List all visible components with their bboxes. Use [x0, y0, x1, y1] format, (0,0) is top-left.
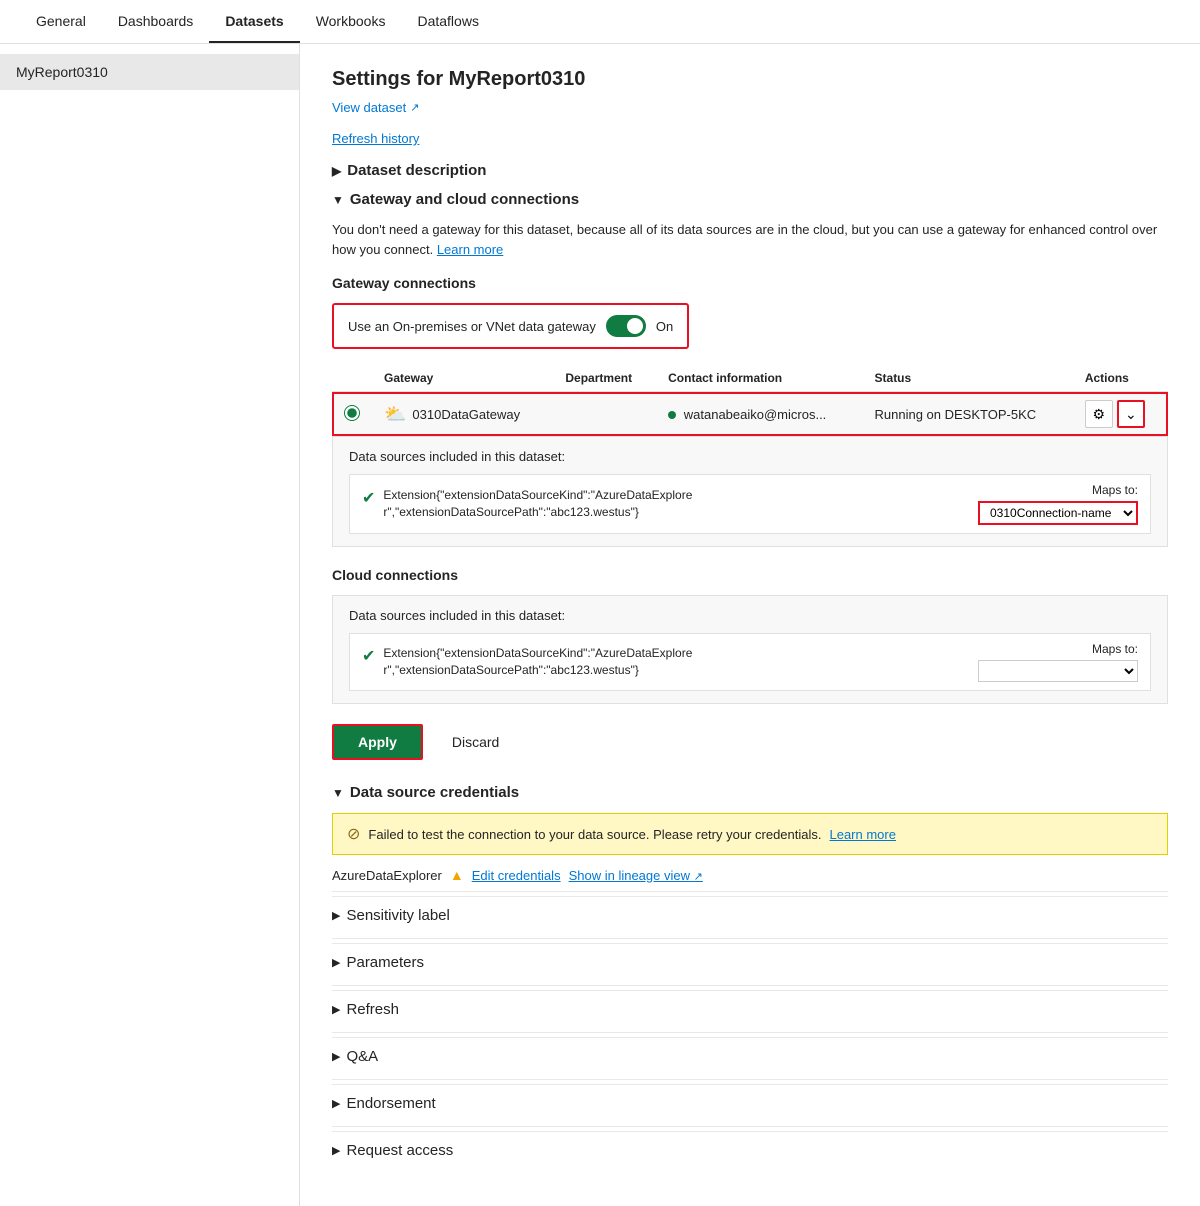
show-lineage-link[interactable]: Show in lineage view ↗	[569, 868, 703, 883]
sensitivity-label-section[interactable]: Sensitivity label	[332, 896, 1168, 934]
gateway-department-cell	[553, 392, 656, 437]
cloud-check-icon: ✔	[362, 646, 375, 666]
cloud-maps-to-cell: Maps to:	[938, 642, 1138, 682]
gateway-connections-title: Gateway connections	[332, 275, 1168, 291]
qa-arrow	[332, 1050, 340, 1063]
credentials-arrow	[332, 786, 344, 800]
edit-credentials-link[interactable]: Edit credentials	[472, 868, 561, 883]
view-dataset-link[interactable]: View dataset ↗	[332, 100, 419, 115]
col-status: Status	[863, 365, 1073, 392]
layout: MyReport0310 Settings for MyReport0310 V…	[0, 44, 1200, 1206]
cloud-datasources-box: Data sources included in this dataset: ✔…	[332, 595, 1168, 704]
sidebar-item-myreport[interactable]: MyReport0310	[0, 54, 299, 90]
warning-text: Failed to test the connection to your da…	[368, 827, 821, 842]
gateway-name-cell: ⛅ 0310DataGateway	[372, 392, 553, 437]
gateway-actions-cell: ⚙ ⌄	[1073, 392, 1168, 437]
sidebar: MyReport0310	[0, 44, 300, 1206]
data-source-credentials-header[interactable]: Data source credentials	[332, 784, 1168, 801]
credential-row: AzureDataExplorer ▲ Edit credentials Sho…	[332, 867, 1168, 883]
gateway-radio-cell[interactable]	[332, 392, 372, 437]
gateway-radio[interactable]	[344, 405, 360, 421]
endorsement-section[interactable]: Endorsement	[332, 1084, 1168, 1122]
gateway-table: Gateway Department Contact information S…	[332, 365, 1168, 436]
gateway-cloud-icon: ⛅	[384, 404, 406, 425]
action-buttons: Apply Discard	[332, 724, 1168, 760]
nav-dataflows[interactable]: Dataflows	[401, 1, 494, 43]
col-department: Department	[553, 365, 656, 392]
cloud-maps-to-select[interactable]	[978, 660, 1138, 682]
gateway-desc: You don't need a gateway for this datase…	[332, 220, 1168, 259]
dataset-description-header[interactable]: Dataset description	[332, 162, 1168, 179]
credential-name: AzureDataExplorer	[332, 868, 442, 883]
status-dot	[668, 411, 676, 419]
nav-datasets[interactable]: Datasets	[209, 1, 299, 43]
page-title: Settings for MyReport0310	[332, 68, 1168, 91]
cloud-datasources-title: Data sources included in this dataset:	[349, 608, 1151, 623]
toggle-label: Use an On-premises or VNet data gateway	[348, 319, 596, 334]
main-content: Settings for MyReport0310 View dataset ↗…	[300, 44, 1200, 1206]
gateway-status-cell: Running on DESKTOP-5KC	[863, 392, 1073, 437]
refresh-section[interactable]: Refresh	[332, 990, 1168, 1028]
qa-section[interactable]: Q&A	[332, 1037, 1168, 1075]
col-contact: Contact information	[656, 365, 862, 392]
sensitivity-arrow	[332, 909, 340, 922]
request-access-section[interactable]: Request access	[332, 1131, 1168, 1169]
nav-general[interactable]: General	[20, 1, 102, 43]
top-nav: General Dashboards Datasets Workbooks Da…	[0, 0, 1200, 44]
warning-icon: ⊘	[347, 824, 360, 844]
datasources-title: Data sources included in this dataset:	[349, 449, 1151, 464]
gateway-arrow	[332, 193, 344, 207]
datasource-text: Extension{"extensionDataSourceKind":"Azu…	[383, 487, 692, 521]
apply-button[interactable]: Apply	[332, 724, 423, 760]
parameters-section[interactable]: Parameters	[332, 943, 1168, 981]
refresh-arrow	[332, 1003, 340, 1016]
gateway-learn-more[interactable]: Learn more	[437, 242, 503, 257]
maps-to-select[interactable]: 0310Connection-name	[978, 501, 1138, 525]
cloud-datasource-row: ✔ Extension{"extensionDataSourceKind":"A…	[349, 633, 1151, 691]
warn-triangle-icon: ▲	[450, 867, 464, 883]
cloud-connections-section: Cloud connections Data sources included …	[332, 567, 1168, 704]
check-icon: ✔	[362, 488, 375, 508]
gateway-toggle[interactable]	[606, 315, 646, 337]
refresh-history-link[interactable]: Refresh history	[332, 131, 1168, 146]
gateway-contact-cell: watanabeaiko@micros...	[656, 392, 862, 437]
gateway-expand-btn[interactable]: ⌄	[1117, 400, 1145, 428]
dataset-description-arrow	[332, 164, 341, 178]
cloud-datasource-text: Extension{"extensionDataSourceKind":"Azu…	[383, 645, 692, 679]
gateway-section-header[interactable]: Gateway and cloud connections	[332, 191, 1168, 208]
warning-learn-more-link[interactable]: Learn more	[829, 827, 895, 842]
nav-dashboards[interactable]: Dashboards	[102, 1, 210, 43]
gateway-datasources-box: Data sources included in this dataset: ✔…	[332, 436, 1168, 547]
cloud-connections-title: Cloud connections	[332, 567, 1168, 583]
request-access-arrow	[332, 1144, 340, 1157]
cloud-maps-to-label: Maps to:	[1092, 642, 1138, 656]
col-gateway: Gateway	[372, 365, 553, 392]
maps-to-label: Maps to:	[1092, 483, 1138, 497]
discard-button[interactable]: Discard	[435, 725, 516, 759]
endorsement-arrow	[332, 1097, 340, 1110]
warning-box: ⊘ Failed to test the connection to your …	[332, 813, 1168, 855]
toggle-state: On	[656, 319, 673, 334]
col-radio	[332, 365, 372, 392]
table-row: ⛅ 0310DataGateway watanabeaiko@micros...…	[332, 392, 1168, 437]
external-link-icon: ↗	[410, 101, 419, 114]
lineage-external-icon: ↗	[694, 871, 703, 883]
nav-workbooks[interactable]: Workbooks	[300, 1, 402, 43]
gateway-datasource-row: ✔ Extension{"extensionDataSourceKind":"A…	[349, 474, 1151, 534]
maps-to-cell: Maps to: 0310Connection-name	[938, 483, 1138, 525]
gateway-toggle-box: Use an On-premises or VNet data gateway …	[332, 303, 689, 349]
gateway-settings-btn[interactable]: ⚙	[1085, 400, 1113, 428]
parameters-arrow	[332, 956, 340, 969]
col-actions: Actions	[1073, 365, 1168, 392]
